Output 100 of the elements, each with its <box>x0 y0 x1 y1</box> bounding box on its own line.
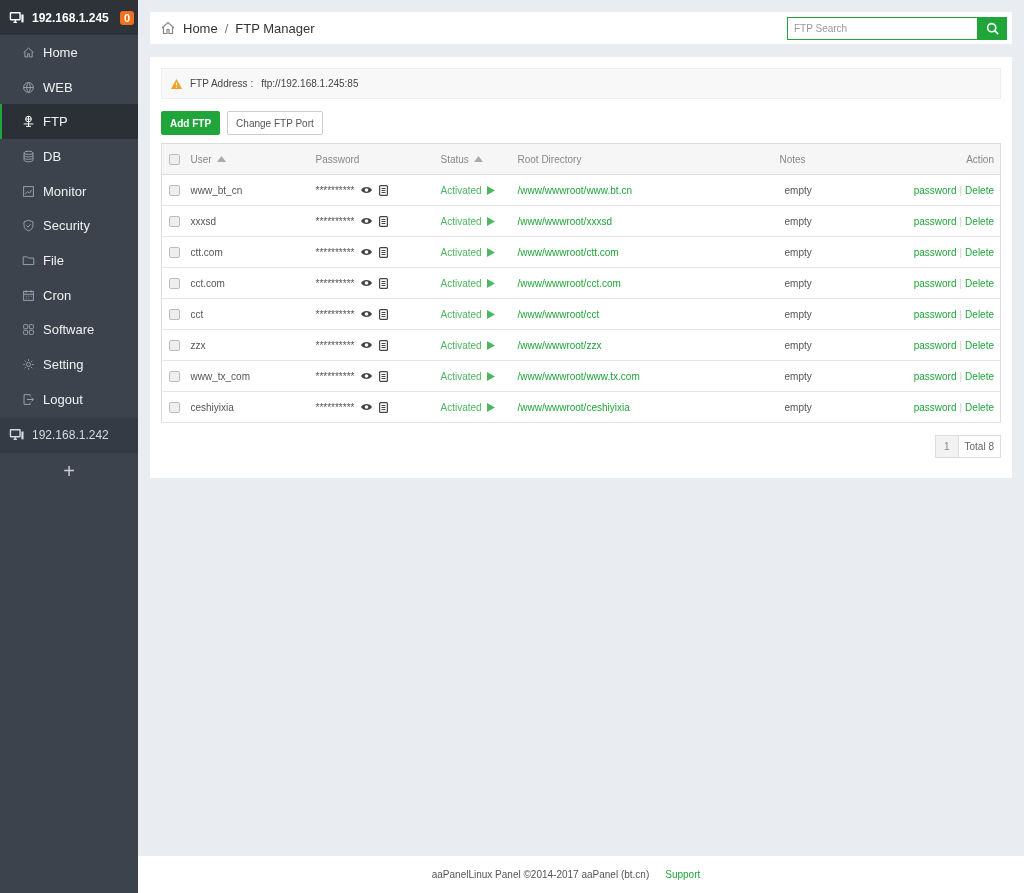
directory-link[interactable]: /www/wwwroot/www.bt.cn <box>517 184 632 196</box>
page-button[interactable]: 1 <box>935 436 958 457</box>
directory-link[interactable]: /www/wwwroot/www.tx.com <box>517 370 640 382</box>
sidebar-item[interactable]: File <box>0 243 138 278</box>
breadcrumb-item[interactable]: Home <box>183 20 218 36</box>
eye-icon[interactable] <box>361 279 373 287</box>
eye-icon[interactable] <box>361 403 373 411</box>
server-item[interactable]: 192.168.1.242 <box>0 417 138 453</box>
copy-icon[interactable] <box>379 277 389 289</box>
copy-icon[interactable] <box>379 184 389 196</box>
password-link[interactable]: password <box>913 370 957 382</box>
checkbox[interactable] <box>169 370 180 382</box>
sidebar-item[interactable]: Security <box>0 208 138 244</box>
home-icon <box>22 45 35 59</box>
user-cell: zzx <box>190 339 206 351</box>
status-link[interactable]: Activated <box>440 370 482 382</box>
sidebar-item[interactable]: FTP <box>0 104 138 140</box>
copyright-text: aaPanelLinux Panel ©2014-2017 aaPanel (bt.cn) <box>431 869 650 880</box>
notes-cell: empty <box>784 370 812 382</box>
eye-icon[interactable] <box>361 372 373 380</box>
search-button[interactable] <box>977 16 1007 40</box>
column-header: Action <box>966 153 994 165</box>
directory-link[interactable]: /www/wwwroot/ctt.com <box>517 246 619 258</box>
copy-icon[interactable] <box>379 308 389 320</box>
checkbox[interactable] <box>169 339 180 351</box>
copy-icon[interactable] <box>379 246 389 258</box>
status-link[interactable]: Activated <box>440 277 482 289</box>
sidebar-item[interactable]: Setting <box>0 347 138 382</box>
column-header: Password <box>315 153 360 165</box>
directory-link[interactable]: /www/wwwroot/xxxsd <box>517 215 612 227</box>
copy-icon[interactable] <box>379 370 389 382</box>
checkbox[interactable] <box>169 184 180 196</box>
copy-icon[interactable] <box>379 339 389 351</box>
computer-icon <box>8 10 26 25</box>
checkbox[interactable] <box>169 308 180 320</box>
copy-icon[interactable] <box>379 215 389 227</box>
column-header[interactable]: Status <box>440 153 469 165</box>
password-cell: ********** <box>315 215 355 227</box>
password-link[interactable]: password <box>913 339 957 351</box>
sidebar-item[interactable]: Cron <box>0 277 138 313</box>
sidebar-item[interactable]: WEB <box>0 69 138 105</box>
delete-link[interactable]: Delete <box>965 401 994 413</box>
eye-icon[interactable] <box>361 310 373 318</box>
action-separator: | <box>958 339 964 351</box>
checkbox[interactable] <box>169 277 180 289</box>
delete-link[interactable]: Delete <box>965 184 994 196</box>
status-link[interactable]: Activated <box>440 339 482 351</box>
column-header: Root Directory <box>517 153 582 165</box>
checkbox[interactable] <box>169 153 180 165</box>
play-icon <box>486 309 495 319</box>
calendar-icon <box>22 288 35 302</box>
sidebar-item[interactable]: DB <box>0 139 138 174</box>
support-link[interactable]: Support <box>665 869 701 880</box>
add-server-button[interactable]: + <box>63 460 75 481</box>
checkbox[interactable] <box>169 215 180 227</box>
checkbox[interactable] <box>169 246 180 258</box>
directory-link[interactable]: /www/wwwroot/cct.com <box>517 277 621 289</box>
column-header[interactable]: User <box>190 153 212 165</box>
directory-link[interactable]: /www/wwwroot/zzx <box>517 339 602 351</box>
sidebar-item[interactable]: Home <box>0 35 138 70</box>
notification-badge: 0 <box>119 10 134 25</box>
status-link[interactable]: Activated <box>440 215 482 227</box>
password-link[interactable]: password <box>913 401 957 413</box>
notes-cell: empty <box>784 215 812 227</box>
delete-link[interactable]: Delete <box>965 215 994 227</box>
directory-link[interactable]: /www/wwwroot/ceshiyixia <box>517 401 630 413</box>
server-ip[interactable]: 192.168.1.245 <box>32 10 114 25</box>
change-port-button[interactable]: Change FTP Port <box>227 111 323 135</box>
password-link[interactable]: password <box>913 246 957 258</box>
eye-icon[interactable] <box>361 248 373 256</box>
status-link[interactable]: Activated <box>440 246 482 258</box>
checkbox[interactable] <box>169 401 180 413</box>
delete-link[interactable]: Delete <box>965 308 994 320</box>
home-icon <box>160 20 176 36</box>
user-cell: www_bt_cn <box>190 184 243 196</box>
password-link[interactable]: password <box>913 308 957 320</box>
eye-icon[interactable] <box>361 341 373 349</box>
password-cell: ********** <box>315 308 355 320</box>
password-link[interactable]: password <box>913 277 957 289</box>
sidebar-item[interactable]: Logout <box>0 381 138 417</box>
sidebar-item[interactable]: Software <box>0 312 138 348</box>
delete-link[interactable]: Delete <box>965 246 994 258</box>
status-link[interactable]: Activated <box>440 308 482 320</box>
delete-link[interactable]: Delete <box>965 370 994 382</box>
password-link[interactable]: password <box>913 215 957 227</box>
eye-icon[interactable] <box>361 217 373 225</box>
search-field[interactable]: FTP Search <box>787 16 977 40</box>
delete-link[interactable]: Delete <box>965 339 994 351</box>
status-link[interactable]: Activated <box>440 401 482 413</box>
directory-link[interactable]: /www/wwwroot/cct <box>517 308 600 320</box>
notes-cell: empty <box>784 277 812 289</box>
eye-icon[interactable] <box>361 186 373 194</box>
folder-icon <box>22 253 35 267</box>
action-separator: | <box>958 184 964 196</box>
delete-link[interactable]: Delete <box>965 277 994 289</box>
copy-icon[interactable] <box>379 401 389 413</box>
sidebar-item[interactable]: Monitor <box>0 173 138 209</box>
add-ftp-button[interactable]: Add FTP <box>161 111 221 135</box>
status-link[interactable]: Activated <box>440 184 482 196</box>
password-link[interactable]: password <box>913 184 957 196</box>
